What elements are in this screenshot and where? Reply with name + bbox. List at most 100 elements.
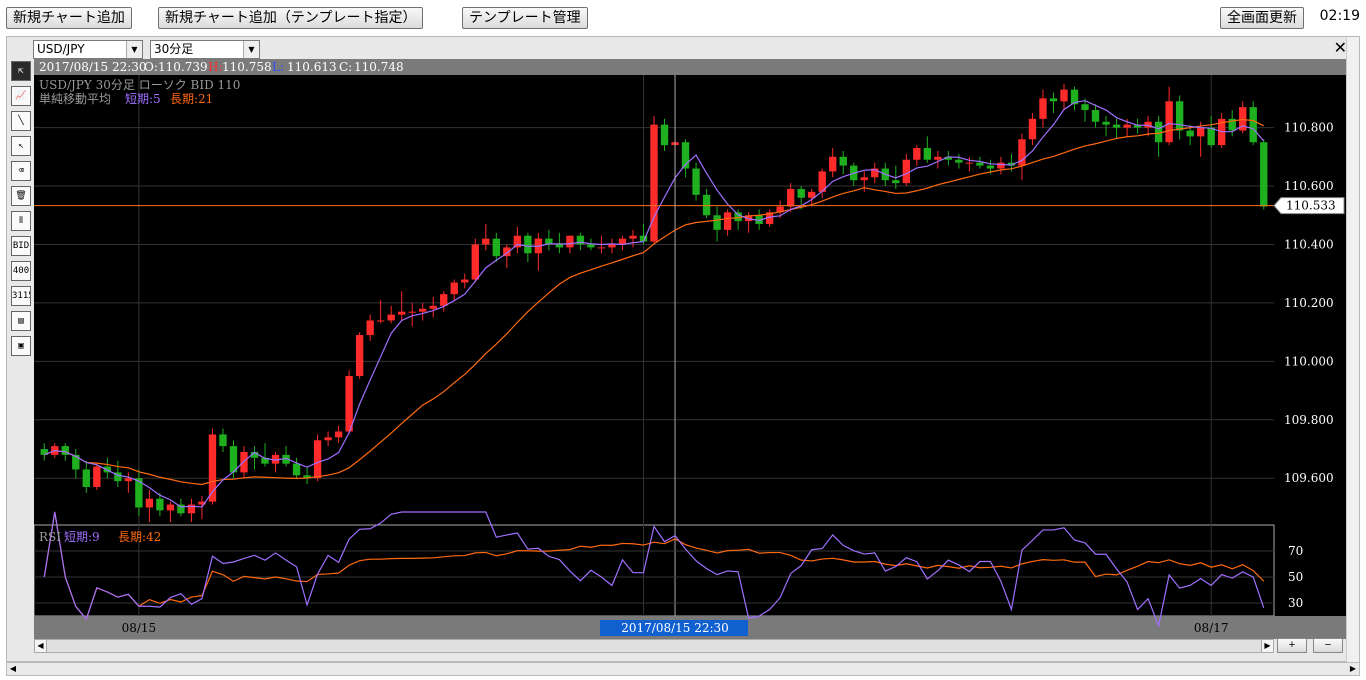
- chevron-down-icon: ▼: [243, 41, 259, 58]
- candlestick-chart[interactable]: 2017/08/15 22:30O: 110.739 H: 110.758 L: 110.…: [33, 59, 1347, 639]
- symbol-select[interactable]: USD/JPY ▼: [33, 40, 143, 59]
- candle-body: [692, 168, 700, 195]
- refresh-all-button[interactable]: 全画面更新: [1220, 7, 1304, 29]
- info-text: L:: [272, 60, 284, 74]
- candle-body: [1039, 98, 1047, 119]
- candle-body: [398, 311, 406, 315]
- trendline-tool-icon[interactable]: ╲: [11, 111, 31, 131]
- candle-body: [997, 162, 1005, 169]
- chart-title-label: USD/JPY 30分足 ローソク BID 110: [39, 78, 240, 92]
- x-tick-label: 08/17: [1194, 621, 1229, 635]
- candle-body: [1081, 104, 1089, 111]
- cursor-tool-icon[interactable]: ⇱: [11, 61, 31, 81]
- y-tick-label: 110.600: [1284, 179, 1334, 193]
- info-text: H:: [208, 60, 223, 74]
- candle-body: [786, 188, 795, 207]
- chevron-down-icon: ▼: [126, 41, 142, 58]
- candle-body: [934, 156, 942, 160]
- rsi-tick-label: 30: [1288, 596, 1303, 610]
- chart-area[interactable]: 2017/08/15 22:30 O: 110.739 H: 110.758 L: 110.…: [33, 59, 1347, 639]
- y-tick-label: 110.800: [1284, 121, 1334, 135]
- candle-body: [345, 375, 353, 432]
- candle-body: [408, 311, 416, 313]
- y-tick-label: 110.200: [1284, 296, 1334, 310]
- info-text: 2017/08/15 22:30: [39, 60, 147, 74]
- candle-body: [1249, 107, 1257, 143]
- cursor-time-label: 2017/08/15 22:30: [621, 621, 729, 635]
- candle-body: [166, 504, 175, 511]
- info-text: 110.613: [287, 60, 337, 74]
- scroll-right-icon[interactable]: ▶: [1347, 663, 1359, 675]
- pointer-tool-icon[interactable]: ↖: [11, 136, 31, 156]
- y-tick-label: 109.600: [1284, 471, 1334, 485]
- top-toolbar: 新規チャート追加 新規チャート追加（テンプレート指定） テンプレート管理 全画面…: [0, 0, 1366, 34]
- zoom-out-button[interactable]: −: [1313, 638, 1343, 653]
- rate-icon[interactable]: 400: [11, 261, 31, 281]
- candle-body: [1028, 118, 1037, 140]
- close-icon[interactable]: ✕: [1334, 38, 1347, 58]
- candle-body: [419, 308, 427, 312]
- candle-body: [492, 238, 500, 257]
- info-text: C:: [339, 60, 352, 74]
- candle-body: [1260, 142, 1268, 207]
- new-chart-template-button[interactable]: 新規チャート追加（テンプレート指定）: [158, 7, 424, 29]
- candle-body: [450, 282, 458, 295]
- ma-label: 単純移動平均: [39, 92, 111, 106]
- candle-body: [587, 244, 595, 248]
- trash-icon[interactable]: 🗑: [11, 186, 31, 206]
- candle-type-icon[interactable]: ⫴: [11, 211, 31, 231]
- scroll-left-icon[interactable]: ◀: [35, 640, 47, 652]
- candle-body: [902, 159, 910, 184]
- clock-time: 02:19: [1319, 8, 1360, 24]
- template-manage-button[interactable]: テンプレート管理: [462, 7, 588, 29]
- candle-body: [334, 431, 343, 438]
- candle-body: [324, 437, 332, 441]
- candle-body: [1154, 121, 1163, 143]
- bid-ask-icon[interactable]: BID: [11, 236, 31, 256]
- candle-body: [839, 156, 847, 166]
- candle-body: [219, 434, 227, 447]
- candle-body: [1186, 130, 1194, 137]
- candle-body: [93, 466, 101, 488]
- candle-body: [860, 177, 868, 181]
- rsi-label: RSI: [39, 530, 61, 544]
- candle-body: [829, 156, 837, 172]
- y-tick-label: 110.000: [1284, 354, 1334, 368]
- candle-body: [366, 320, 374, 336]
- timeframe-value: 30分足: [154, 42, 194, 56]
- candle-body: [1123, 124, 1131, 128]
- new-chart-button[interactable]: 新規チャート追加: [6, 7, 132, 29]
- price-icon[interactable]: 3115: [11, 286, 31, 306]
- zoom-in-button[interactable]: +: [1277, 638, 1307, 653]
- chart-panel: USD/JPY ▼ 30分足 ▼ ✕ ⇱ 📈 ╲ ↖ ⌫ 🗑 ⫴ BID 400 3115 ▤ ▣ 2…: [6, 36, 1360, 663]
- horizontal-scrollbar[interactable]: ◀ ▶: [34, 639, 1274, 653]
- candle-body: [892, 180, 900, 184]
- candle-body: [145, 498, 154, 508]
- vertical-scrollbar[interactable]: [1346, 37, 1359, 663]
- window-icon[interactable]: ▣: [11, 336, 31, 356]
- rsi-plot-bg: [33, 524, 1275, 617]
- candle-body: [555, 244, 564, 248]
- candle-body: [702, 194, 711, 216]
- eraser-tool-icon[interactable]: ⌫: [11, 161, 31, 181]
- indicator-tool-icon[interactable]: 📈: [11, 86, 31, 106]
- candle-body: [1091, 110, 1100, 122]
- candle-body: [440, 294, 448, 306]
- rsi-tick-label: 50: [1288, 570, 1303, 584]
- candle-body: [1112, 124, 1121, 128]
- candle-body: [482, 238, 490, 245]
- candle-body: [82, 469, 90, 488]
- candle-body: [797, 188, 805, 198]
- candle-body: [72, 454, 80, 470]
- candle-body: [976, 162, 984, 166]
- candle-body: [566, 235, 574, 248]
- page-horizontal-scrollbar[interactable]: ◀ ▶: [6, 662, 1360, 676]
- scroll-right-icon[interactable]: ▶: [1261, 640, 1273, 652]
- rsi-tick-label: 70: [1288, 544, 1303, 558]
- candle-body: [1060, 89, 1068, 102]
- layout-icon[interactable]: ▤: [11, 311, 31, 331]
- scroll-left-icon[interactable]: ◀: [7, 663, 19, 675]
- x-tick-label: 08/15: [122, 621, 157, 635]
- candle-body: [723, 212, 732, 230]
- timeframe-select[interactable]: 30分足 ▼: [150, 40, 260, 59]
